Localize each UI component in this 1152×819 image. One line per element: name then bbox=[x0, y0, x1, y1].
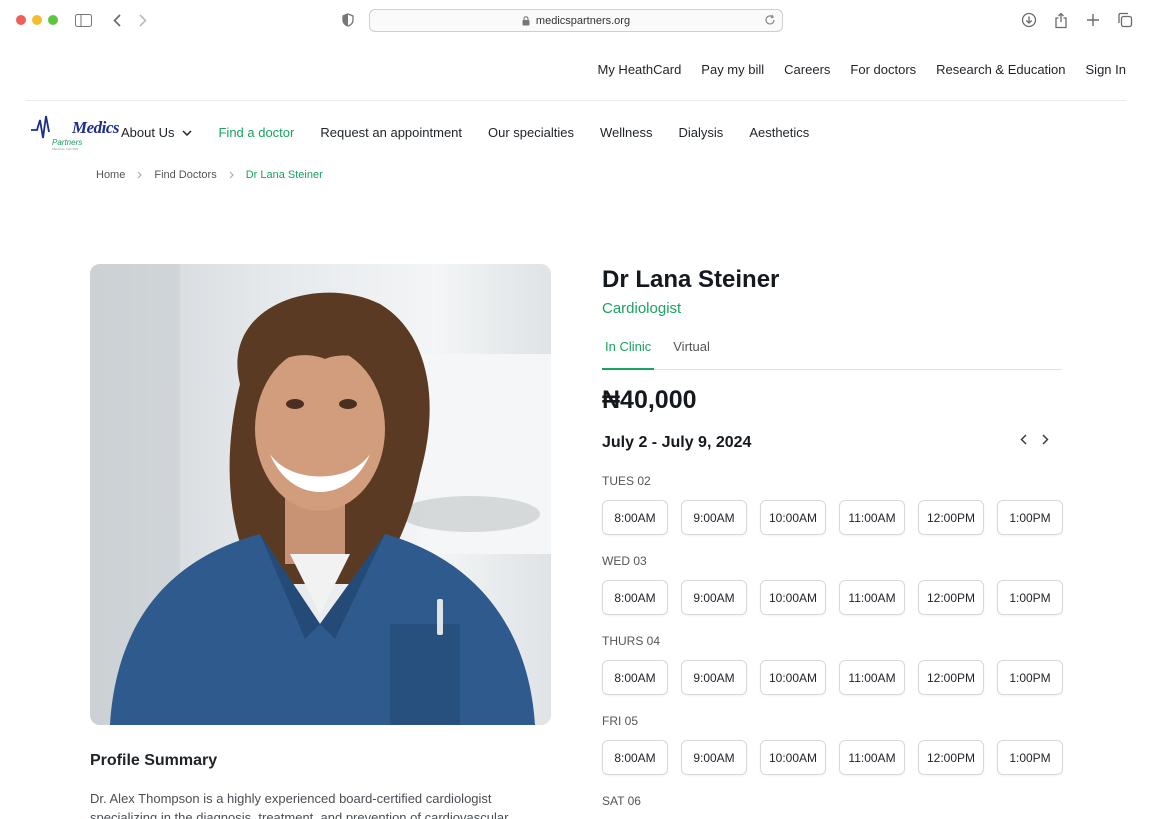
browser-toolbar: medicspartners.org bbox=[0, 0, 1152, 42]
back-icon[interactable] bbox=[110, 10, 124, 30]
chevron-right-icon bbox=[137, 171, 143, 179]
time-slot-button[interactable]: 10:00AM bbox=[760, 740, 826, 775]
privacy-shield-icon[interactable] bbox=[341, 10, 355, 30]
day-label: THURS 04 bbox=[602, 634, 661, 648]
nav-about-us[interactable]: About Us bbox=[121, 125, 193, 140]
utility-link-healthcard[interactable]: My HeathCard bbox=[597, 62, 681, 77]
day-label: TUES 02 bbox=[602, 474, 651, 488]
utility-nav: My HeathCard Pay my bill Careers For doc… bbox=[597, 62, 1126, 77]
tab-virtual[interactable]: Virtual bbox=[670, 336, 713, 370]
time-slot-button[interactable]: 12:00PM bbox=[918, 660, 984, 695]
breadcrumb-find-doctors[interactable]: Find Doctors bbox=[154, 169, 216, 181]
date-navigation bbox=[1019, 432, 1049, 446]
address-bar[interactable]: medicspartners.org bbox=[369, 9, 783, 32]
time-slot-button[interactable]: 11:00AM bbox=[839, 660, 905, 695]
nav-about-us-label: About Us bbox=[121, 125, 175, 140]
profile-summary-title: Profile Summary bbox=[90, 752, 218, 769]
time-slot-button[interactable]: 8:00AM bbox=[602, 740, 668, 775]
time-slot-button[interactable]: 9:00AM bbox=[681, 500, 747, 535]
lock-icon bbox=[522, 15, 530, 26]
nav-our-specialties[interactable]: Our specialties bbox=[488, 125, 574, 140]
date-range: July 2 - July 9, 2024 bbox=[602, 434, 752, 451]
time-slot-button[interactable]: 1:00PM bbox=[997, 660, 1063, 695]
time-slot-row: 8:00AM 9:00AM 10:00AM 11:00AM 12:00PM 1:… bbox=[602, 660, 1063, 695]
url-text: medicspartners.org bbox=[535, 14, 631, 27]
time-slot-button[interactable]: 12:00PM bbox=[918, 580, 984, 615]
utility-link-research[interactable]: Research & Education bbox=[936, 62, 1065, 77]
prev-week-icon[interactable] bbox=[1019, 432, 1027, 446]
download-icon[interactable] bbox=[1020, 11, 1038, 29]
reload-icon[interactable] bbox=[764, 14, 776, 26]
time-slot-button[interactable]: 11:00AM bbox=[839, 500, 905, 535]
time-slot-button[interactable]: 11:00AM bbox=[839, 580, 905, 615]
doctor-specialty: Cardiologist bbox=[602, 300, 682, 317]
day-label: FRI 05 bbox=[602, 714, 639, 728]
main-nav: About Us Find a doctor Request an appoin… bbox=[121, 125, 809, 140]
header-divider bbox=[26, 100, 1126, 101]
sidebar-toggle-icon[interactable] bbox=[74, 10, 92, 30]
breadcrumb: Home Find Doctors Dr Lana Steiner bbox=[96, 169, 323, 181]
day-label: WED 03 bbox=[602, 554, 647, 568]
time-slot-button[interactable]: 8:00AM bbox=[602, 580, 668, 615]
forward-icon[interactable] bbox=[136, 10, 150, 30]
time-slot-row: 8:00AM 9:00AM 10:00AM 11:00AM 12:00PM 1:… bbox=[602, 740, 1063, 775]
breadcrumb-current: Dr Lana Steiner bbox=[245, 169, 323, 181]
time-slot-button[interactable]: 8:00AM bbox=[602, 500, 668, 535]
time-slot-button[interactable]: 9:00AM bbox=[681, 580, 747, 615]
chevron-right-icon bbox=[229, 171, 234, 179]
minimize-window-button[interactable] bbox=[32, 15, 42, 25]
time-slot-button[interactable]: 8:00AM bbox=[602, 660, 668, 695]
close-window-button[interactable] bbox=[16, 15, 26, 25]
share-icon[interactable] bbox=[1052, 11, 1070, 29]
day-label: SAT 06 bbox=[602, 794, 641, 808]
zoom-window-button[interactable] bbox=[48, 15, 58, 25]
time-slot-button[interactable]: 1:00PM bbox=[997, 500, 1063, 535]
time-slot-row: 8:00AM 9:00AM 10:00AM 11:00AM 12:00PM 1:… bbox=[602, 580, 1063, 615]
consultation-price: ₦40,000 bbox=[602, 386, 697, 414]
new-tab-icon[interactable] bbox=[1084, 11, 1102, 29]
consultation-tabs: In Clinic Virtual bbox=[602, 336, 1062, 370]
nav-wellness[interactable]: Wellness bbox=[600, 125, 653, 140]
tab-in-clinic[interactable]: In Clinic bbox=[602, 336, 655, 370]
time-slot-button[interactable]: 10:00AM bbox=[760, 500, 826, 535]
time-slot-button[interactable]: 11:00AM bbox=[839, 740, 905, 775]
time-slot-button[interactable]: 9:00AM bbox=[681, 660, 747, 695]
doctor-photo bbox=[90, 264, 551, 725]
nav-aesthetics[interactable]: Aesthetics bbox=[749, 125, 809, 140]
profile-summary-text: Dr. Alex Thompson is a highly experience… bbox=[90, 791, 509, 819]
time-slot-button[interactable]: 9:00AM bbox=[681, 740, 747, 775]
time-slot-button[interactable]: 10:00AM bbox=[760, 660, 826, 695]
utility-link-careers[interactable]: Careers bbox=[784, 62, 830, 77]
breadcrumb-home[interactable]: Home bbox=[96, 169, 125, 181]
time-slot-button[interactable]: 10:00AM bbox=[760, 580, 826, 615]
logo-wordmark: Medics bbox=[72, 118, 120, 137]
utility-link-pay-bill[interactable]: Pay my bill bbox=[701, 62, 764, 77]
time-slot-row: 8:00AM 9:00AM 10:00AM 11:00AM 12:00PM 1:… bbox=[602, 500, 1063, 535]
time-slot-button[interactable]: 1:00PM bbox=[997, 740, 1063, 775]
nav-find-doctor[interactable]: Find a doctor bbox=[218, 125, 294, 140]
logo-tagline: MEDICAL CENTER bbox=[52, 147, 79, 151]
next-week-icon[interactable] bbox=[1041, 432, 1049, 446]
chevron-down-icon bbox=[182, 129, 193, 136]
nav-request-appointment[interactable]: Request an appointment bbox=[320, 125, 462, 140]
logo-subtitle: Partners bbox=[52, 138, 83, 147]
time-slot-button[interactable]: 1:00PM bbox=[997, 580, 1063, 615]
doctor-name: Dr Lana Steiner bbox=[602, 266, 780, 293]
time-slot-button[interactable]: 12:00PM bbox=[918, 740, 984, 775]
time-slot-button[interactable]: 12:00PM bbox=[918, 500, 984, 535]
nav-dialysis[interactable]: Dialysis bbox=[679, 125, 724, 140]
site-logo[interactable]: Medics Partners MEDICAL CENTER bbox=[30, 114, 120, 154]
sign-in-link[interactable]: Sign In bbox=[1086, 62, 1126, 77]
tab-overview-icon[interactable] bbox=[1116, 11, 1134, 29]
utility-link-for-doctors[interactable]: For doctors bbox=[850, 62, 916, 77]
